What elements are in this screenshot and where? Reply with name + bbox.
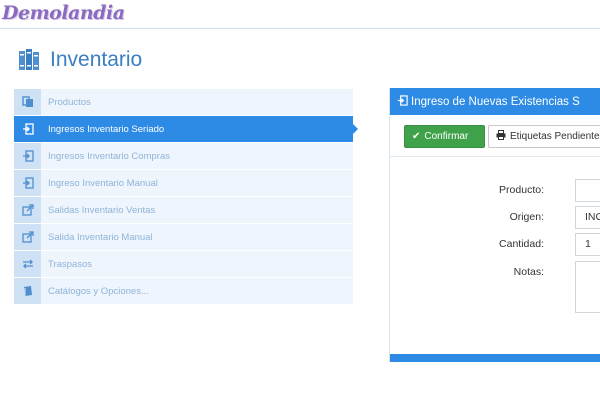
menu-item-label: Traspasos bbox=[48, 258, 92, 270]
cantidad-label: Cantidad: bbox=[499, 238, 544, 250]
panel-title: Ingreso de Nuevas Existencias S bbox=[411, 95, 580, 108]
menu-item-label: Ingresos Inventario Seriado bbox=[48, 123, 165, 135]
menu-item-ingreso-manual[interactable]: Ingreso Inventario Manual bbox=[14, 170, 353, 197]
panel-toolbar: ✔ Confirmar Etiquetas Pendiente bbox=[390, 125, 600, 157]
menu-item-ingresos-compras[interactable]: Ingresos Inventario Compras bbox=[14, 143, 353, 170]
page-title: Inventario bbox=[18, 45, 142, 75]
notas-label: Notas: bbox=[513, 266, 544, 278]
print-icon bbox=[496, 130, 506, 143]
producto-input[interactable] bbox=[575, 179, 600, 202]
menu-item-label: Catálogos y Opciones... bbox=[48, 285, 149, 297]
form-row-producto: Producto: bbox=[390, 179, 600, 202]
menu-item-label: Ingreso Inventario Manual bbox=[48, 177, 158, 189]
copy-icon bbox=[14, 89, 41, 115]
exchange-icon bbox=[14, 251, 41, 277]
check-icon: ✔ bbox=[412, 131, 421, 142]
top-bar: Demolandia bbox=[0, 0, 600, 29]
confirm-button-label: Confirmar bbox=[424, 131, 469, 142]
sign-in-icon bbox=[14, 143, 41, 169]
inventory-menu: Productos Ingresos Inventario Seriado In… bbox=[14, 89, 358, 305]
pending-labels-button[interactable]: Etiquetas Pendiente bbox=[488, 125, 600, 148]
cantidad-input[interactable]: 1 bbox=[575, 233, 600, 256]
confirm-button[interactable]: ✔ Confirmar bbox=[404, 125, 485, 148]
form-row-notas: Notas: bbox=[390, 261, 600, 313]
menu-item-salida-manual[interactable]: Salida Inventario Manual bbox=[14, 224, 353, 251]
menu-item-salidas-ventas[interactable]: Salidas Inventario Ventas bbox=[14, 197, 353, 224]
sign-in-icon bbox=[14, 116, 41, 142]
book-icon bbox=[14, 278, 41, 304]
external-link-icon bbox=[14, 197, 41, 223]
origen-input[interactable]: ING bbox=[575, 206, 600, 229]
form-row-cantidad: Cantidad: 1 bbox=[390, 233, 600, 256]
menu-item-label: Productos bbox=[48, 96, 91, 108]
panel-footer-bar bbox=[390, 354, 600, 362]
menu-item-catalogos[interactable]: Catálogos y Opciones... bbox=[14, 278, 353, 305]
menu-item-label: Ingresos Inventario Compras bbox=[48, 150, 170, 162]
notas-textarea[interactable] bbox=[575, 261, 600, 313]
sign-in-icon bbox=[397, 94, 408, 109]
page-title-text: Inventario bbox=[50, 48, 143, 71]
external-link-icon bbox=[14, 224, 41, 250]
ingreso-panel: Ingreso de Nuevas Existencias S ✔ Confir… bbox=[389, 88, 600, 362]
menu-item-ingresos-seriado[interactable]: Ingresos Inventario Seriado bbox=[14, 116, 358, 143]
app-logo[interactable]: Demolandia bbox=[2, 2, 125, 24]
sign-in-icon bbox=[14, 170, 41, 196]
form-row-origen: Origen: ING bbox=[390, 206, 600, 229]
menu-item-label: Salida Inventario Manual bbox=[48, 231, 153, 243]
menu-item-traspasos[interactable]: Traspasos bbox=[14, 251, 353, 278]
origen-label: Origen: bbox=[509, 211, 544, 223]
panel-header: Ingreso de Nuevas Existencias S bbox=[390, 88, 600, 115]
menu-item-productos[interactable]: Productos bbox=[14, 89, 353, 116]
producto-label: Producto: bbox=[499, 184, 544, 196]
pending-labels-button-label: Etiquetas Pendiente bbox=[510, 131, 600, 142]
menu-item-label: Salidas Inventario Ventas bbox=[48, 204, 156, 216]
books-icon bbox=[19, 49, 39, 70]
